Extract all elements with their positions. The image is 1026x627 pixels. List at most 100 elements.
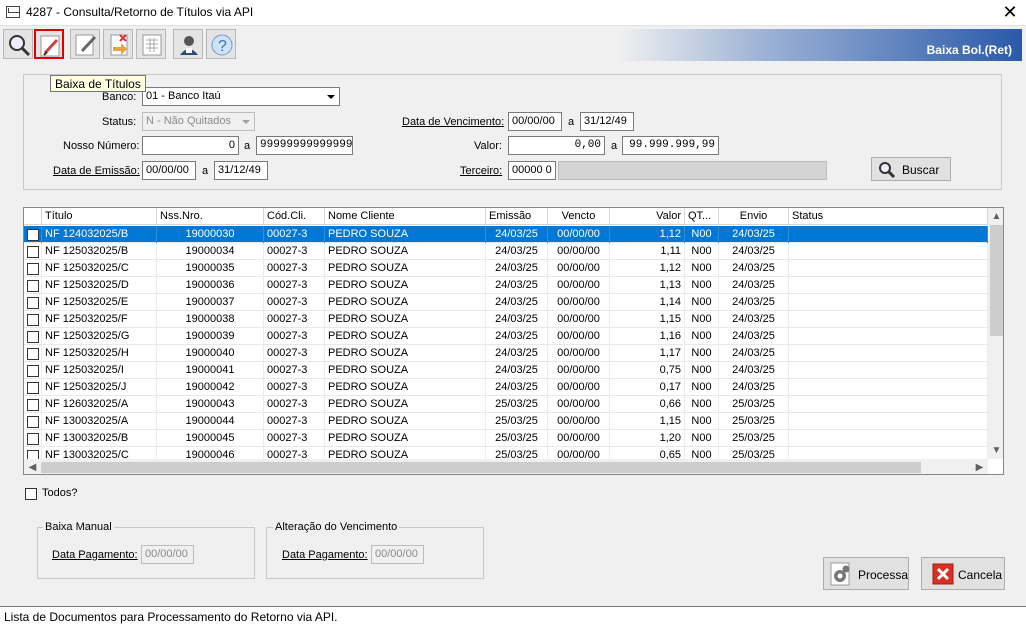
col-titulo[interactable]: Título: [42, 208, 157, 225]
edit-document-button[interactable]: [70, 29, 100, 59]
processa-button[interactable]: Processa: [823, 557, 909, 590]
row-checkbox[interactable]: [27, 229, 39, 241]
row-checkbox[interactable]: [27, 263, 39, 275]
row-checkbox[interactable]: [27, 246, 39, 258]
cell-cod: 00027-3: [264, 328, 325, 345]
cell-emissao: 24/03/25: [486, 277, 548, 294]
cell-vencto: 00/00/00: [548, 328, 610, 345]
nosso-numero-from-input[interactable]: 0: [142, 136, 239, 155]
scroll-up-icon[interactable]: ▲: [988, 208, 1003, 225]
row-checkbox-cell: [24, 430, 42, 447]
table-row[interactable]: NF 130032025/A 19000044 00027-3 PEDRO SOUZA…: [24, 413, 988, 430]
table-row[interactable]: NF 124032025/B 19000030 00027-3 PEDRO SOUZA…: [24, 226, 988, 243]
row-checkbox[interactable]: [27, 382, 39, 394]
row-checkbox[interactable]: [27, 416, 39, 428]
row-checkbox[interactable]: [27, 297, 39, 309]
cell-nome: PEDRO SOUZA: [325, 362, 486, 379]
col-valor[interactable]: Valor: [610, 208, 685, 225]
horizontal-scroll-thumb[interactable]: [41, 462, 921, 473]
header-checkbox-col: [24, 208, 42, 225]
col-vencto[interactable]: Vencto: [548, 208, 610, 225]
col-emissao[interactable]: Emissão: [486, 208, 548, 225]
cell-vencto: 00/00/00: [548, 379, 610, 396]
banco-label: Banco:: [102, 91, 137, 103]
table-row[interactable]: NF 125032025/D 19000036 00027-3 PEDRO SOUZA…: [24, 277, 988, 294]
cell-envio: 25/03/25: [719, 430, 789, 447]
cancela-button[interactable]: Cancela: [921, 557, 1005, 590]
brand-label: Baixa Bol.(Ret): [926, 43, 1012, 57]
status-text: Lista de Documentos para Processamento d…: [4, 610, 338, 624]
row-checkbox[interactable]: [27, 280, 39, 292]
todos-checkbox[interactable]: [25, 488, 37, 500]
col-nss-nro[interactable]: Nss.Nro.: [157, 208, 264, 225]
emissao-to-input[interactable]: 31/12/49: [214, 161, 268, 180]
row-checkbox[interactable]: [27, 348, 39, 360]
vencimento-to-input[interactable]: 31/12/49: [580, 112, 634, 131]
nosso-numero-to-input[interactable]: 99999999999999: [256, 136, 353, 155]
cell-emissao: 24/03/25: [486, 260, 548, 277]
table-row[interactable]: NF 125032025/C 19000035 00027-3 PEDRO SOUZA…: [24, 260, 988, 277]
terceiro-label: Terceiro:: [460, 165, 503, 177]
table-row[interactable]: NF 125032025/B 19000034 00027-3 PEDRO SOUZA…: [24, 243, 988, 260]
col-qt[interactable]: QT...: [685, 208, 719, 225]
col-status[interactable]: Status: [789, 208, 988, 225]
valor-from-input[interactable]: 0,00: [508, 136, 605, 155]
horizontal-scrollbar[interactable]: ◀ ▶: [24, 459, 988, 474]
cell-qt: N00: [685, 260, 719, 277]
alteracao-data-pagamento-input[interactable]: 00/00/00: [371, 545, 424, 564]
row-checkbox[interactable]: [27, 399, 39, 411]
table-row[interactable]: NF 130032025/B 19000045 00027-3 PEDRO SOUZA…: [24, 430, 988, 447]
magnifier-button[interactable]: [3, 29, 33, 59]
baixa-manual-title: Baixa Manual: [43, 521, 114, 533]
chevron-down-icon[interactable]: [324, 89, 338, 104]
scroll-right-icon[interactable]: ▶: [971, 459, 988, 474]
baixa-data-pagamento-input[interactable]: 00/00/00: [141, 545, 194, 564]
banco-value: 01 - Banco Itaú: [146, 90, 221, 102]
chevron-down-icon[interactable]: [239, 114, 253, 129]
row-checkbox[interactable]: [27, 331, 39, 343]
vertical-scrollbar[interactable]: ▲ ▼: [988, 208, 1003, 459]
buscar-button[interactable]: Buscar: [871, 157, 951, 181]
row-checkbox[interactable]: [27, 314, 39, 326]
cell-nss: 19000045: [157, 430, 264, 447]
table-row[interactable]: NF 125032025/F 19000038 00027-3 PEDRO SOUZA…: [24, 311, 988, 328]
table-row[interactable]: NF 126032025/A 19000043 00027-3 PEDRO SOUZA…: [24, 396, 988, 413]
buscar-label: Buscar: [902, 163, 940, 177]
user-button[interactable]: [173, 29, 203, 59]
table-row[interactable]: NF 125032025/H 19000040 00027-3 PEDRO SOUZA…: [24, 345, 988, 362]
row-checkbox-cell: [24, 362, 42, 379]
col-nome-cliente[interactable]: Nome Cliente: [325, 208, 486, 225]
vertical-scroll-thumb[interactable]: [990, 225, 1003, 336]
vencimento-from-input[interactable]: 00/00/00: [508, 112, 562, 131]
grid-document-icon: [142, 34, 162, 56]
cell-cod: 00027-3: [264, 362, 325, 379]
cell-status: [789, 328, 988, 345]
col-cod-cli[interactable]: Cód.Cli.: [264, 208, 325, 225]
cell-status: [789, 362, 988, 379]
table-row[interactable]: NF 125032025/G 19000039 00027-3 PEDRO SOUZA…: [24, 328, 988, 345]
table-row[interactable]: NF 125032025/I 19000041 00027-3 PEDRO SOUZA…: [24, 362, 988, 379]
cell-vencto: 00/00/00: [548, 430, 610, 447]
row-checkbox[interactable]: [27, 365, 39, 377]
close-button[interactable]: ✕: [1000, 2, 1020, 22]
terceiro-code-input[interactable]: 00000 0: [508, 161, 556, 180]
grid-document-button[interactable]: [136, 29, 166, 59]
table-row[interactable]: NF 125032025/J 19000042 00027-3 PEDRO SOUZA…: [24, 379, 988, 396]
row-checkbox-cell: [24, 243, 42, 260]
valor-to-input[interactable]: 99.999.999,99: [622, 136, 719, 155]
scroll-down-icon[interactable]: ▼: [988, 442, 1003, 459]
help-button[interactable]: ?: [206, 29, 236, 59]
table-row[interactable]: NF 125032025/E 19000037 00027-3 PEDRO SOUZA…: [24, 294, 988, 311]
titles-grid[interactable]: Título Nss.Nro. Cód.Cli. Nome Cliente Em…: [23, 207, 1004, 475]
baixa-titulos-button[interactable]: [34, 29, 64, 59]
cell-emissao: 25/03/25: [486, 413, 548, 430]
scroll-left-icon[interactable]: ◀: [24, 459, 41, 474]
col-envio[interactable]: Envio: [719, 208, 789, 225]
row-checkbox[interactable]: [27, 433, 39, 445]
status-select[interactable]: N - Não Quitados: [142, 112, 255, 131]
cell-nss: 19000035: [157, 260, 264, 277]
delete-document-button[interactable]: [103, 29, 133, 59]
banco-select[interactable]: 01 - Banco Itaú: [142, 87, 340, 106]
cell-nss: 19000043: [157, 396, 264, 413]
emissao-from-input[interactable]: 00/00/00: [142, 161, 196, 180]
